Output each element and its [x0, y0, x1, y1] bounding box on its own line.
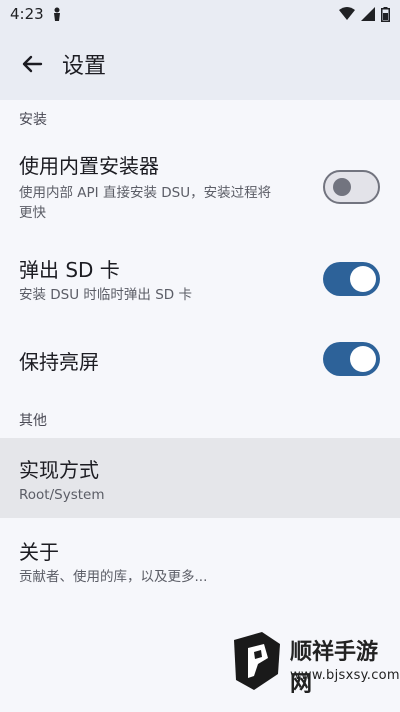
setting-title: 保持亮屏	[19, 350, 99, 374]
arrow-left-icon	[21, 53, 43, 75]
setting-subtitle: Root/System	[19, 487, 105, 503]
toggle-knob	[350, 266, 376, 292]
toggle-knob	[333, 178, 351, 196]
setting-implementation[interactable]: 实现方式 Root/System	[0, 438, 400, 518]
watermark-name: 顺祥手游网	[290, 640, 379, 697]
toggle-knob	[350, 346, 376, 372]
person-notification-icon	[52, 7, 62, 21]
section-header-other: 其他	[19, 413, 47, 429]
status-left: 4:23	[0, 5, 62, 23]
builtin-installer-toggle[interactable]	[323, 170, 380, 204]
status-time: 4:23	[10, 5, 44, 23]
watermark: 顺祥手游网 www.bjsxsy.com	[222, 628, 400, 698]
signal-icon	[361, 7, 375, 21]
settings-list: 安装 使用内置安装器 使用内部 API 直接安装 DSU，安装过程将 更快 弹出…	[0, 100, 400, 712]
setting-keep-screen-on[interactable]: 保持亮屏	[0, 326, 400, 392]
setting-title: 实现方式	[19, 458, 99, 482]
battery-icon	[381, 6, 390, 22]
wifi-icon	[339, 7, 355, 21]
setting-builtin-installer[interactable]: 使用内置安装器 使用内部 API 直接安装 DSU，安装过程将 更快	[0, 136, 400, 230]
eject-sd-toggle[interactable]	[323, 262, 380, 296]
keep-screen-on-toggle[interactable]	[323, 342, 380, 376]
setting-subtitle: 安装 DSU 时临时弹出 SD 卡	[19, 287, 192, 303]
section-header-install: 安装	[19, 112, 47, 128]
setting-about[interactable]: 关于 贡献者、使用的库，以及更多...	[0, 520, 400, 598]
setting-subtitle: 贡献者、使用的库，以及更多...	[19, 569, 208, 585]
status-bar: 4:23	[0, 0, 400, 28]
setting-title: 关于	[19, 540, 59, 564]
status-right	[339, 6, 390, 22]
watermark-url: www.bjsxsy.com	[290, 668, 400, 683]
page-title: 设置	[62, 54, 107, 79]
setting-title: 弹出 SD 卡	[19, 258, 120, 282]
setting-title: 使用内置安装器	[19, 154, 159, 178]
setting-subtitle-line2: 更快	[19, 205, 46, 221]
back-button[interactable]	[18, 50, 46, 78]
setting-subtitle-line1: 使用内部 API 直接安装 DSU，安装过程将	[19, 185, 272, 201]
watermark-logo-icon	[228, 630, 284, 692]
setting-eject-sd[interactable]: 弹出 SD 卡 安装 DSU 时临时弹出 SD 卡	[0, 240, 400, 318]
app-bar: 设置	[0, 28, 400, 100]
